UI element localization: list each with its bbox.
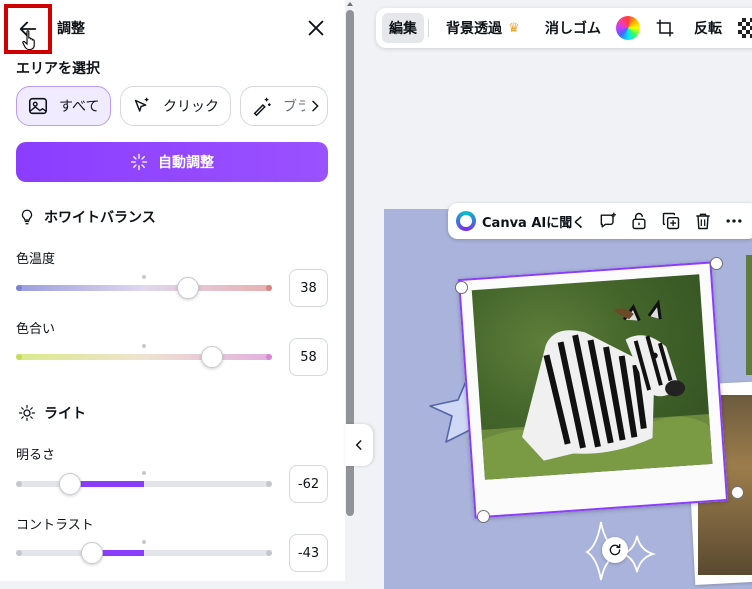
rotate-button[interactable] [602, 537, 628, 563]
crop-icon[interactable] [655, 8, 675, 48]
light-heading: ライト [18, 403, 86, 423]
flip-button[interactable]: 反転 [694, 8, 722, 48]
adjust-panel: 調整 エリアを選択 すべて クリック ブラシ 自動調整 ホワイトバランス 色温度… [0, 0, 345, 581]
auto-adjust-label: 自動調整 [158, 155, 214, 171]
temperature-label: 色温度 [16, 252, 56, 267]
area-all-label: すべて [59, 99, 100, 115]
area-all-button[interactable]: すべて [16, 86, 111, 126]
resize-handle-bottom-right[interactable] [731, 486, 744, 499]
comment-add-icon[interactable] [598, 203, 618, 239]
tint-slider[interactable] [16, 344, 272, 368]
magic-cursor-icon [134, 97, 149, 112]
edit-tab[interactable]: 編集 [382, 13, 424, 43]
sun-icon [18, 404, 36, 422]
brightness-slider[interactable] [16, 471, 272, 495]
white-balance-title: ホワイトバランス [44, 210, 156, 226]
lock-icon[interactable] [629, 203, 649, 239]
hand-cursor-icon [22, 30, 35, 51]
color-picker-icon[interactable] [616, 8, 640, 48]
contrast-slider-knob[interactable] [81, 542, 103, 564]
chevron-right-icon[interactable] [305, 95, 325, 117]
area-click-button[interactable]: クリック [120, 86, 231, 126]
resize-handle-bottom-left[interactable] [477, 510, 490, 523]
magic-wand-icon [130, 153, 148, 171]
ask-canva-ai-button[interactable]: Canva AIに聞く [482, 203, 585, 239]
resize-handle-top-left[interactable] [455, 281, 468, 294]
more-options-icon[interactable] [724, 203, 744, 239]
toolbar-divider [428, 19, 429, 37]
scroll-up-arrow-icon[interactable] [346, 0, 354, 8]
background-remove-label: 背景透過 [446, 21, 502, 37]
contrast-label: コントラスト [16, 518, 94, 533]
background-remove-button[interactable]: 背景透過 ♛ [446, 8, 520, 48]
collapse-panel-button[interactable] [345, 424, 373, 466]
crown-icon: ♛ [508, 20, 520, 36]
image-icon [28, 97, 48, 115]
canva-ai-logo-icon [456, 211, 476, 231]
rotate-icon [609, 544, 621, 556]
auto-adjust-button[interactable]: 自動調整 [16, 142, 328, 182]
tint-slider-knob[interactable] [201, 346, 223, 368]
area-click-label: クリック [163, 99, 219, 115]
temperature-value[interactable]: 38 [289, 269, 328, 307]
selection-outline [457, 261, 729, 519]
trash-icon[interactable] [693, 203, 713, 239]
area-select-heading: エリアを選択 [16, 61, 100, 77]
duplicate-icon[interactable] [661, 203, 681, 239]
light-title: ライト [44, 406, 86, 422]
white-balance-heading: ホワイトバランス [18, 207, 156, 227]
image-edit-toolbar: 編集 背景透過 ♛ 消しゴム 反転 [376, 8, 752, 48]
tint-value[interactable]: 58 [289, 338, 328, 376]
eraser-button[interactable]: 消しゴム [545, 8, 601, 48]
contrast-slider[interactable] [16, 540, 272, 564]
tint-label: 色合い [16, 322, 56, 337]
element-context-toolbar: Canva AIに聞く [448, 203, 752, 239]
brightness-value[interactable]: -62 [289, 465, 328, 503]
chevron-left-icon [355, 440, 362, 450]
brightness-label: 明るさ [16, 448, 56, 463]
lightbulb-icon [21, 209, 33, 225]
close-icon[interactable] [305, 17, 327, 39]
transparency-icon[interactable] [738, 18, 752, 38]
temperature-slider-knob[interactable] [177, 277, 199, 299]
brightness-slider-fill [70, 481, 144, 487]
panel-title: 調整 [57, 21, 85, 37]
resize-handle-top-right[interactable] [710, 257, 723, 270]
side-image-edge [746, 255, 752, 375]
temperature-slider[interactable] [16, 275, 272, 299]
contrast-value[interactable]: -43 [289, 534, 328, 572]
magic-brush-icon [253, 97, 271, 117]
brightness-slider-knob[interactable] [59, 473, 81, 495]
